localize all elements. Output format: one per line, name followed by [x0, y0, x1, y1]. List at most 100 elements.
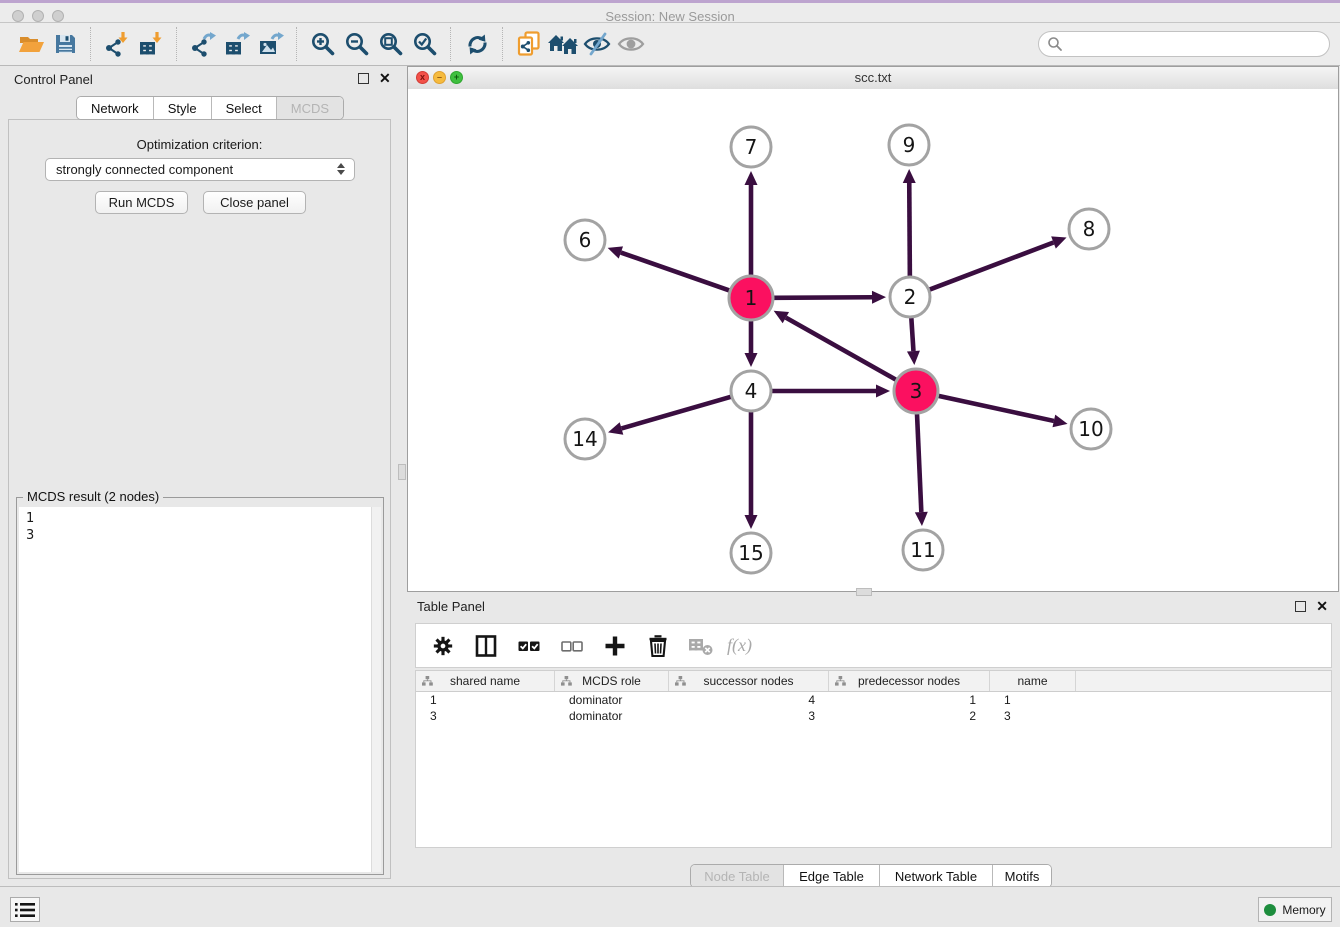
- graph-edge-2-8[interactable]: [930, 236, 1067, 289]
- graph-node-3[interactable]: 3: [894, 369, 938, 413]
- zoom-fit-button[interactable]: [374, 27, 408, 61]
- delete-column-button[interactable]: [645, 633, 671, 659]
- search-box[interactable]: [1038, 31, 1330, 57]
- export-image-button[interactable]: [254, 27, 288, 61]
- zoom-selected-icon: [412, 31, 438, 57]
- open-session-button[interactable]: [14, 27, 48, 61]
- cell-predecessor-nodes[interactable]: 1: [829, 692, 990, 708]
- table-settings-button[interactable]: [430, 633, 456, 659]
- table-row[interactable]: 3dominator323: [416, 708, 1331, 724]
- tab-style[interactable]: Style: [154, 97, 212, 119]
- graph-node-11[interactable]: 11: [903, 530, 943, 570]
- result-scrollbar[interactable]: [371, 507, 381, 872]
- mcds-result-title: MCDS result (2 nodes): [23, 489, 163, 504]
- column-header-name[interactable]: name: [990, 671, 1076, 691]
- table-panel-title: Table Panel: [417, 599, 485, 614]
- column-header-mcds-role[interactable]: MCDS role: [555, 671, 669, 691]
- tab-network[interactable]: Network: [77, 97, 154, 119]
- graph-edge-1-2[interactable]: [774, 291, 886, 304]
- export-table-button[interactable]: [220, 27, 254, 61]
- memory-button[interactable]: Memory: [1258, 897, 1332, 922]
- import-network-button[interactable]: [100, 27, 134, 61]
- run-mcds-button[interactable]: Run MCDS: [95, 191, 188, 214]
- cell-successor-nodes[interactable]: 3: [669, 708, 829, 724]
- graph-edge-3-11[interactable]: [915, 414, 928, 526]
- graph-node-14[interactable]: 14: [565, 419, 605, 459]
- zoom-out-button[interactable]: [340, 27, 374, 61]
- function-builder-button: f(x): [727, 635, 752, 656]
- network-graph[interactable]: 7 9 6 8 1 2 4 3 14 10 15 11: [408, 89, 1338, 591]
- cell-shared-name[interactable]: 3: [416, 708, 555, 724]
- cell-mcds-role[interactable]: dominator: [555, 692, 669, 708]
- unselect-all-columns-button[interactable]: [559, 633, 585, 659]
- list-icon: [15, 902, 35, 918]
- column-header-successor-nodes[interactable]: successor nodes: [669, 671, 829, 691]
- column-header-predecessor-nodes[interactable]: predecessor nodes: [829, 671, 990, 691]
- graph-edge-2-3[interactable]: [907, 318, 920, 365]
- network-window-titlebar[interactable]: x–+ scc.txt: [408, 67, 1338, 90]
- tab-mcds[interactable]: MCDS: [277, 97, 343, 119]
- select-all-columns-button[interactable]: [516, 633, 542, 659]
- graph-edge-4-15[interactable]: [745, 412, 758, 529]
- delete-column-icon: [647, 634, 669, 658]
- zoom-in-button[interactable]: [306, 27, 340, 61]
- graph-node-10[interactable]: 10: [1071, 409, 1111, 449]
- graph-edge-1-6[interactable]: [608, 246, 730, 290]
- graph-edge-4-14[interactable]: [608, 397, 731, 435]
- tab-node-table[interactable]: Node Table: [691, 865, 784, 887]
- svg-text:3: 3: [910, 379, 923, 403]
- close-panel-icon[interactable]: ✕: [379, 73, 391, 84]
- float-panel-icon[interactable]: [358, 73, 369, 84]
- import-table-button[interactable]: [134, 27, 168, 61]
- svg-text:7: 7: [745, 135, 758, 159]
- graph-node-8[interactable]: 8: [1069, 209, 1109, 249]
- graph-node-7[interactable]: 7: [731, 127, 771, 167]
- cell-name[interactable]: 1: [990, 692, 1076, 708]
- show-columns-button[interactable]: [473, 633, 499, 659]
- tab-motifs[interactable]: Motifs: [993, 865, 1051, 887]
- tab-select[interactable]: Select: [212, 97, 277, 119]
- optimization-criterion-label: Optimization criterion:: [8, 137, 391, 152]
- graph-edge-3-10[interactable]: [938, 396, 1067, 427]
- tab-edge-table[interactable]: Edge Table: [784, 865, 880, 887]
- table-row[interactable]: 1dominator411: [416, 692, 1331, 708]
- save-session-button[interactable]: [48, 27, 82, 61]
- close-panel-button[interactable]: Close panel: [203, 191, 306, 214]
- graph-node-9[interactable]: 9: [889, 125, 929, 165]
- table-toolbar: f(x): [415, 623, 1332, 668]
- add-column-button[interactable]: [602, 633, 628, 659]
- search-input[interactable]: [1069, 36, 1321, 53]
- splitter-handle-vertical[interactable]: [398, 464, 406, 480]
- graph-node-2[interactable]: 2: [890, 277, 930, 317]
- hide-selected-button[interactable]: [580, 27, 614, 61]
- tab-network-table[interactable]: Network Table: [880, 865, 993, 887]
- task-history-button[interactable]: [10, 897, 40, 922]
- graph-edge-4-3[interactable]: [772, 385, 890, 398]
- svg-text:11: 11: [910, 538, 935, 562]
- graph-edge-3-1[interactable]: [774, 311, 896, 380]
- graph-node-15[interactable]: 15: [731, 533, 771, 573]
- close-table-panel-icon[interactable]: ✕: [1316, 601, 1328, 612]
- graph-node-6[interactable]: 6: [565, 220, 605, 260]
- graph-edge-2-9[interactable]: [903, 169, 916, 276]
- mcds-result-group: MCDS result (2 nodes) 13: [16, 497, 384, 875]
- export-network-button[interactable]: [186, 27, 220, 61]
- column-header-shared-name[interactable]: shared name: [416, 671, 555, 691]
- cell-predecessor-nodes[interactable]: 2: [829, 708, 990, 724]
- cell-successor-nodes[interactable]: 4: [669, 692, 829, 708]
- refresh-view-button[interactable]: [460, 27, 494, 61]
- float-table-panel-icon[interactable]: [1295, 601, 1306, 612]
- cell-name[interactable]: 3: [990, 708, 1076, 724]
- graph-node-1[interactable]: 1: [729, 276, 773, 320]
- first-neighbors-button[interactable]: [546, 27, 580, 61]
- splitter-handle-horizontal[interactable]: [856, 588, 872, 596]
- clone-network-button[interactable]: [512, 27, 546, 61]
- graph-edge-1-7[interactable]: [745, 171, 758, 275]
- mcds-result-area[interactable]: 13: [19, 507, 381, 872]
- cell-shared-name[interactable]: 1: [416, 692, 555, 708]
- graph-edge-1-4[interactable]: [745, 321, 758, 367]
- optimization-criterion-select[interactable]: strongly connected component: [45, 158, 355, 181]
- graph-node-4[interactable]: 4: [731, 371, 771, 411]
- cell-mcds-role[interactable]: dominator: [555, 708, 669, 724]
- zoom-selected-button[interactable]: [408, 27, 442, 61]
